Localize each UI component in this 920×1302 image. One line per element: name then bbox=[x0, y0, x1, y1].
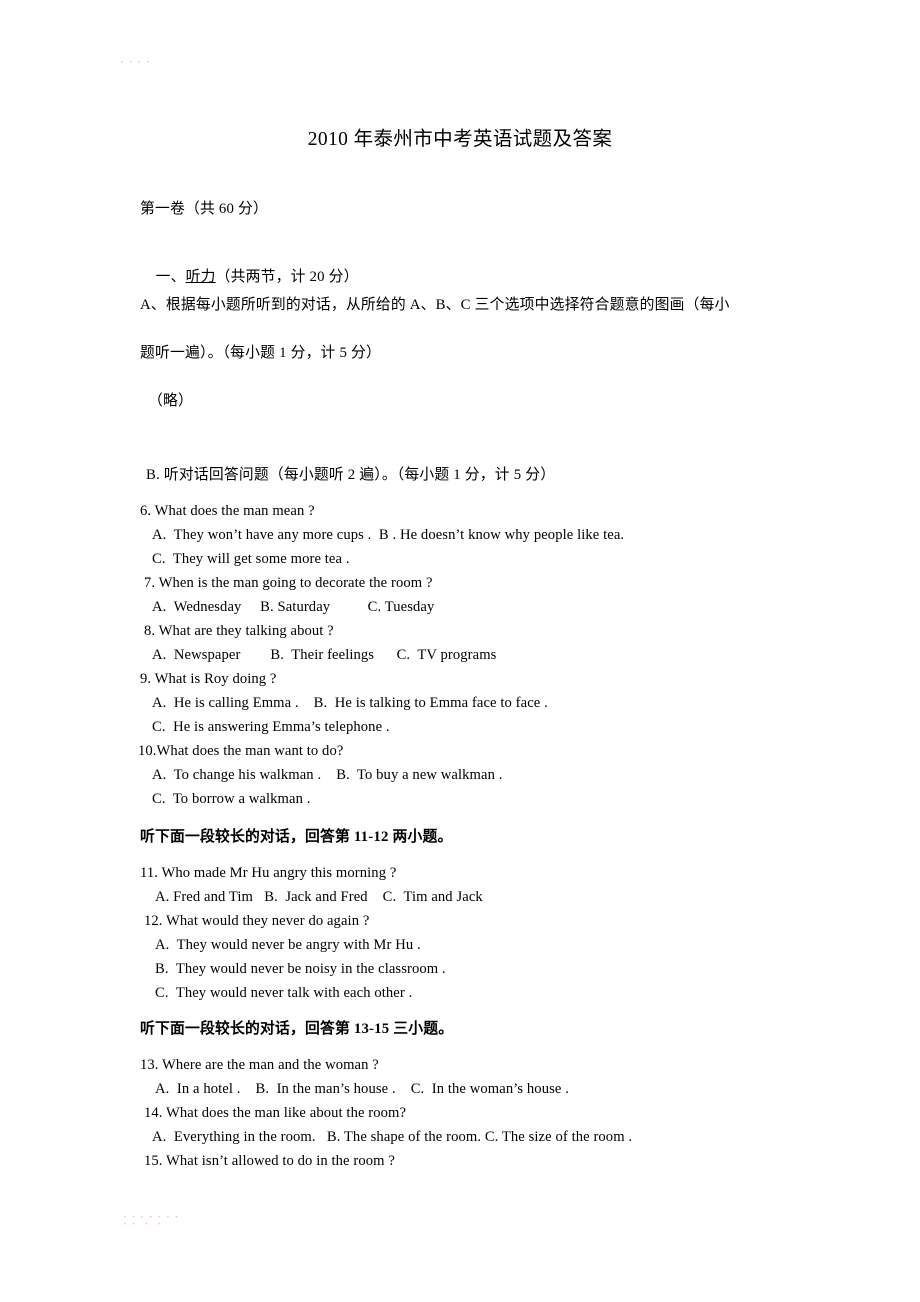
question-options-12-line-2: B. They would never be noisy in the clas… bbox=[155, 961, 446, 977]
part-a-instruction-line-2: 题听一遍）。（每小题 1 分，计 5 分） bbox=[140, 345, 381, 361]
question-options-10-line-1: A. To change his walkman . B. To buy a n… bbox=[152, 767, 503, 783]
long-dialogue-heading-11-12: 听下面一段较长的对话，回答第 11-12 两小题。 bbox=[140, 829, 453, 845]
question-stem-14: 14. What does the man like about the roo… bbox=[144, 1105, 407, 1121]
question-stem-15: 15. What isn’t allowed to do in the room… bbox=[144, 1153, 395, 1169]
part-a-omitted-note: （略） bbox=[148, 393, 193, 409]
question-options-6-line-2: C. They will get some more tea . bbox=[152, 551, 350, 567]
question-stem-9: 9. What is Roy doing ? bbox=[140, 671, 277, 687]
watermark-top-artifact: • • • • bbox=[121, 60, 152, 66]
question-options-7-line-1: A. Wednesday B. Saturday C. Tuesday bbox=[152, 599, 435, 615]
section-listening-heading-suffix: （共两节，计 20 分） bbox=[215, 269, 359, 285]
question-options-9-line-1: A. He is calling Emma . B. He is talking… bbox=[152, 695, 548, 711]
question-stem-10: 10.What does the man want to do? bbox=[138, 743, 344, 759]
question-options-14-line-1: A. Everything in the room. B. The shape … bbox=[152, 1129, 633, 1145]
watermark-bottom-artifact: • • • • • • • • • • • bbox=[124, 1215, 180, 1228]
section-listening-heading-keyword: 听力 bbox=[185, 269, 216, 285]
document-page: • • • • 2010 年泰州市中考英语试题及答案 第一卷（共 60 分） 一… bbox=[0, 0, 920, 1302]
question-stem-7: 7. When is the man going to decorate the… bbox=[144, 575, 433, 591]
question-options-12-line-3: C. They would never talk with each other… bbox=[155, 985, 413, 1001]
part-a-instruction-line-1: A、根据每小题所听到的对话，从所给的 A、B、C 三个选项中选择符合题意的图画（… bbox=[140, 297, 730, 313]
paper-part-label: 第一卷（共 60 分） bbox=[140, 201, 268, 217]
long-dialogue-heading-13-15: 听下面一段较长的对话，回答第 13-15 三小题。 bbox=[140, 1021, 454, 1037]
question-options-12-line-1: A. They would never be angry with Mr Hu … bbox=[155, 937, 421, 953]
question-options-8-line-1: A. Newspaper B. Their feelings C. TV pro… bbox=[152, 647, 497, 663]
question-options-11-line-1: A. Fred and Tim B. Jack and Fred C. Tim … bbox=[155, 889, 483, 905]
question-options-9-line-2: C. He is answering Emma’s telephone . bbox=[152, 719, 390, 735]
question-stem-13: 13. Where are the man and the woman ? bbox=[140, 1057, 379, 1073]
question-stem-8: 8. What are they talking about ? bbox=[144, 623, 334, 639]
question-stem-6: 6. What does the man mean ? bbox=[140, 503, 315, 519]
question-stem-12: 12. What would they never do again ? bbox=[144, 913, 370, 929]
section-listening-heading-prefix: 一、 bbox=[155, 269, 186, 285]
question-stem-11: 11. Who made Mr Hu angry this morning ? bbox=[140, 865, 397, 881]
question-options-6-line-1: A. They won’t have any more cups . B . H… bbox=[152, 527, 625, 543]
question-options-13-line-1: A. In a hotel . B. In the man’s house . … bbox=[155, 1081, 569, 1097]
page-title: 2010 年泰州市中考英语试题及答案 bbox=[307, 129, 613, 150]
part-b-heading: B. 听对话回答问题（每小题听 2 遍）。（每小题 1 分，计 5 分） bbox=[146, 467, 556, 483]
question-options-10-line-2: C. To borrow a walkman . bbox=[152, 791, 311, 807]
